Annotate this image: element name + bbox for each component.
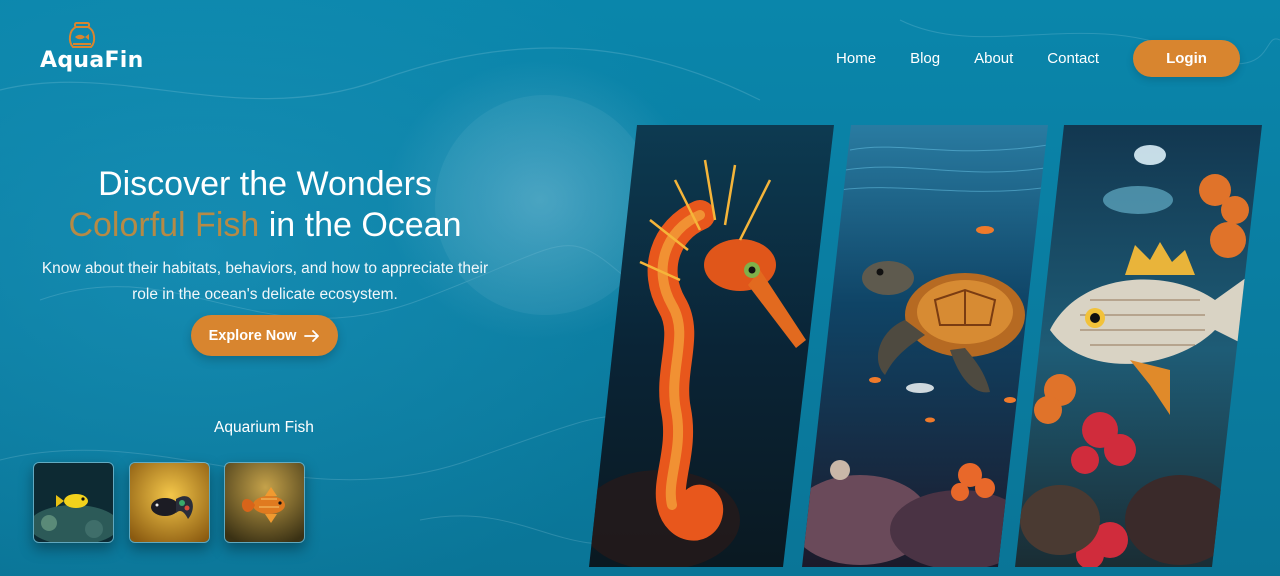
- gallery: [580, 120, 1270, 576]
- sea-turtle-image[interactable]: [790, 120, 1055, 576]
- seahorse-image[interactable]: [580, 120, 840, 576]
- reef-fish-image[interactable]: [1010, 120, 1270, 576]
